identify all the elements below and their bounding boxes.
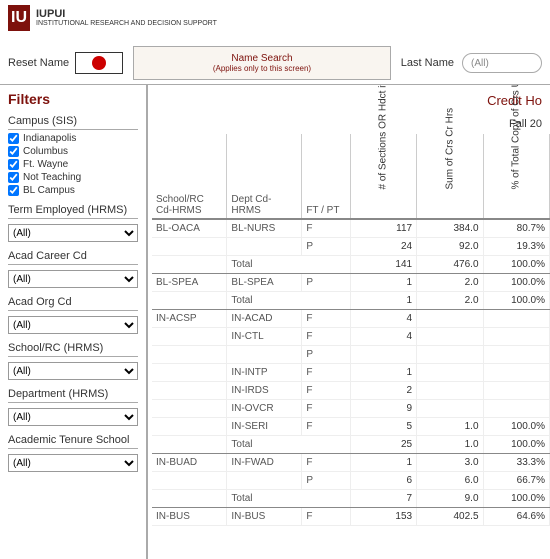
report-title: Credit Ho (152, 93, 550, 108)
checkbox-icon[interactable] (8, 159, 19, 170)
filter-select-5[interactable]: (All) (8, 454, 138, 472)
table-row: IN-BUSIN-BUSF153402.564.6% (152, 507, 550, 525)
checkbox-icon[interactable] (8, 172, 19, 183)
filters-sidebar: Filters Campus (SIS) Indianapolis Columbu… (0, 85, 148, 559)
campus-checkbox-2[interactable]: Ft. Wayne (8, 159, 138, 170)
logo-text: IUPUI INSTITUTIONAL RESEARCH AND DECISIO… (36, 8, 217, 28)
name-search-box[interactable]: Name Search (Applies only to this screen… (133, 46, 391, 80)
report-term: Fall 20 (152, 118, 550, 130)
col-school[interactable]: School/RC Cd-HRMS (152, 134, 227, 219)
filter-select-3[interactable]: (All) (8, 362, 138, 380)
table-row: IN-INTPF1 (152, 363, 550, 381)
logo-block: IU IUPUI INSTITUTIONAL RESEARCH AND DECI… (0, 0, 550, 36)
table-row: P66.066.7% (152, 471, 550, 489)
reset-name-button[interactable]: Reset Name (8, 52, 123, 74)
report-table: School/RC Cd-HRMS Dept Cd-HRMS FT / PT #… (152, 134, 550, 526)
filter-title-0: Term Employed (HRMS) (8, 204, 138, 219)
report-content: Credit Ho Fall 20 School/RC Cd-HRMS Dept… (148, 85, 550, 559)
filter-select-1[interactable]: (All) (8, 270, 138, 288)
campus-checkbox-0[interactable]: Indianapolis (8, 133, 138, 144)
iu-logo-icon: IU (8, 5, 30, 31)
table-row: P (152, 345, 550, 363)
campus-group-title: Campus (SIS) (8, 115, 138, 130)
checkbox-icon[interactable] (8, 146, 19, 157)
col-pct[interactable]: % of Total Copy of Crs Unit Nbr for.. (483, 134, 549, 219)
filter-select-2[interactable]: (All) (8, 316, 138, 334)
table-row: P2492.019.3% (152, 237, 550, 255)
col-sections[interactable]: # of Sections OR Hdct if not teaching (350, 134, 416, 219)
last-name-label: Last Name (401, 57, 454, 69)
campus-checkbox-1[interactable]: Columbus (8, 146, 138, 157)
checkbox-icon[interactable] (8, 133, 19, 144)
table-row: Total79.0100.0% (152, 489, 550, 507)
col-ftpt[interactable]: FT / PT (302, 134, 350, 219)
checkbox-icon[interactable] (8, 185, 19, 196)
table-row: IN-CTLF4 (152, 327, 550, 345)
table-row: BL-OACABL-NURSF117384.080.7% (152, 219, 550, 237)
filter-title-1: Acad Career Cd (8, 250, 138, 265)
filter-title-4: Department (HRMS) (8, 388, 138, 403)
col-dept[interactable]: Dept Cd-HRMS (227, 134, 302, 219)
table-row: BL-SPEABL-SPEAP12.0100.0% (152, 273, 550, 291)
last-name-input[interactable] (462, 53, 542, 73)
table-row: Total12.0100.0% (152, 291, 550, 309)
filter-title-2: Acad Org Cd (8, 296, 138, 311)
filters-title: Filters (8, 91, 138, 107)
table-row: IN-OVCRF9 (152, 399, 550, 417)
filter-select-0[interactable]: (All) (8, 224, 138, 242)
table-row: IN-IRDSF2 (152, 381, 550, 399)
campus-checkbox-4[interactable]: BL Campus (8, 185, 138, 196)
table-row: IN-SERIF51.0100.0% (152, 417, 550, 435)
col-crhrs[interactable]: Sum of Crs Cr Hrs (417, 134, 483, 219)
filter-title-3: School/RC (HRMS) (8, 342, 138, 357)
reset-dot-icon (92, 56, 106, 70)
reset-label: Reset Name (8, 57, 69, 69)
filter-title-5: Academic Tenure School (8, 434, 138, 449)
campus-checkbox-3[interactable]: Not Teaching (8, 172, 138, 183)
table-row: Total141476.0100.0% (152, 255, 550, 273)
table-row: Total251.0100.0% (152, 435, 550, 453)
table-row: IN-ACSPIN-ACADF4 (152, 309, 550, 327)
table-row: IN-BUADIN-FWADF13.033.3% (152, 453, 550, 471)
filter-select-4[interactable]: (All) (8, 408, 138, 426)
